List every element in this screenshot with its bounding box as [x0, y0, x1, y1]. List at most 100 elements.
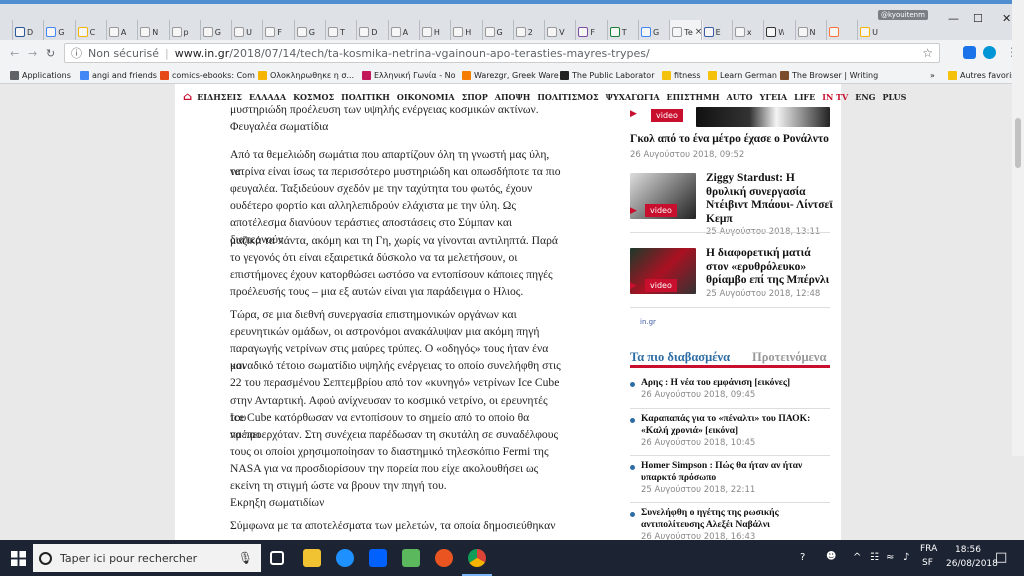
nav-item[interactable]: ΥΓΕΙΑ — [760, 92, 787, 103]
minimize-button[interactable]: — — [948, 12, 959, 25]
bookmark-favicon-icon — [662, 70, 671, 80]
network-icon[interactable]: ☷ — [870, 552, 879, 563]
bookmark-item[interactable]: angi and friends — [80, 69, 157, 81]
list-item-title[interactable]: Homer Simpson : Πώς θα ήταν αν ήταν — [641, 460, 802, 472]
language-indicator[interactable]: FRA — [920, 544, 937, 554]
scrollbar[interactable] — [1012, 0, 1024, 456]
list-item-title[interactable]: Καραπαπάς για το «πέναλτι» του ΠΑΟΚ: — [641, 413, 810, 425]
list-item-title[interactable]: υπαρκτό πρόσωπο — [641, 472, 716, 484]
bookmarks-more-button[interactable]: » — [930, 69, 935, 81]
tab-label: D — [371, 27, 378, 37]
nav-item[interactable]: PLUS — [882, 92, 906, 103]
tab-recommended[interactable]: Προτεινόμενα — [752, 350, 826, 365]
bullet-icon — [630, 418, 635, 423]
bookmark-item[interactable]: Applications — [10, 69, 71, 81]
bookmark-label: angi and friends — [92, 70, 157, 80]
tab-favicon-icon — [797, 27, 808, 37]
home-icon[interactable]: ⌂ — [183, 90, 192, 103]
video-title[interactable]: Ziggy Stardust: Η — [706, 172, 795, 185]
back-icon[interactable]: ← — [10, 47, 19, 60]
list-item-title[interactable]: Συνελήφθη ο ηγέτης της ρωσικής — [641, 507, 779, 519]
article-line: εκείνη τη στιγμή ώστε να βρουν την πηγή … — [230, 479, 447, 492]
tab-favicon-icon — [359, 27, 370, 37]
list-item-title[interactable]: «Καλή χρονιά» [εικόνα] — [641, 425, 738, 437]
tab-label: H — [433, 27, 440, 37]
dropbox-icon[interactable] — [369, 549, 387, 567]
bookmark-favicon-icon — [560, 70, 569, 80]
bookmark-item[interactable]: The Public Laborator — [560, 69, 654, 81]
address-bar[interactable]: ⓘ Non sécurisé | www.in.gr /2018/07/14/t… — [64, 43, 940, 63]
video-title[interactable]: Ντέιβιντ Μπάουι- Λίντσεϊ — [706, 199, 833, 212]
folder-icon — [948, 70, 957, 80]
app-icon[interactable] — [402, 549, 420, 567]
profile-name[interactable]: @kyouitenm — [878, 10, 928, 20]
tab-label: Te — [684, 27, 693, 37]
video-title[interactable]: Γκολ από το ένα μέτρο έχασε ο Ρονάλντο — [630, 133, 829, 146]
people-icon[interactable]: ☻ — [826, 551, 836, 562]
microphone-icon[interactable]: 🎙 — [238, 551, 253, 565]
bookmark-item[interactable]: The Browser | Writing — [780, 69, 878, 81]
bookmark-item[interactable]: Learn German — [708, 69, 777, 81]
clock-date[interactable]: 26/08/2018 — [946, 559, 998, 569]
tab-favicon-icon — [390, 27, 401, 37]
maximize-button[interactable]: ☐ — [973, 12, 983, 25]
tab-label: T — [621, 27, 627, 37]
play-icon[interactable]: ▶ — [630, 281, 637, 291]
keyboard-layout[interactable]: SF — [922, 558, 933, 568]
hp-extension-icon[interactable] — [983, 46, 996, 59]
wifi-icon[interactable]: ≈ — [886, 552, 894, 563]
video-title[interactable]: θρίαμβο επί της Μπέρνλι — [706, 274, 829, 287]
ad-label[interactable]: in.gr — [640, 318, 656, 326]
close-window-button[interactable]: ✕ — [1002, 12, 1011, 25]
bookmark-item[interactable]: Ολοκληρωθηκε η σ... — [258, 69, 354, 81]
divider — [630, 502, 830, 503]
play-icon[interactable]: ▶ — [630, 109, 637, 119]
tab-label: V — [559, 27, 565, 37]
bookmark-item[interactable]: fitness — [662, 69, 701, 81]
bookmark-item[interactable]: Ελληνική Γωνία - No — [362, 69, 456, 81]
bookmark-star-icon[interactable]: ☆ — [922, 46, 933, 60]
bookmark-item[interactable]: Warezgr, Greek Ware — [462, 69, 559, 81]
tab-label: T — [340, 27, 345, 37]
info-icon[interactable]: ⓘ — [71, 45, 82, 61]
video-title[interactable]: Η διαφορετική ματιά — [706, 247, 811, 260]
tab-label: U — [246, 27, 252, 37]
list-item-title[interactable]: Αρης : Η νέα του εμφάνιση [εικόνες] — [641, 377, 790, 389]
nav-item[interactable]: IN TV — [822, 92, 848, 103]
nav-item[interactable]: ΨΥΧΑΓΩΓΙΑ — [606, 92, 660, 103]
video-title[interactable]: Κεμπ — [706, 213, 733, 226]
list-item-title[interactable]: αντιπολίτευσης Αλεξέι Ναβάλνι — [641, 519, 770, 531]
nav-item[interactable]: AUTO — [727, 92, 753, 103]
nav-item[interactable]: ΕΠΙΣΤΗΜΗ — [667, 92, 720, 103]
tab-label: E — [715, 27, 721, 37]
volume-icon[interactable]: ♪ — [903, 552, 909, 563]
tab-label: U — [872, 27, 878, 37]
forward-icon[interactable]: → — [28, 47, 37, 60]
taskbar-search[interactable]: Taper ici pour rechercher 🎙 — [33, 544, 261, 572]
reload-icon[interactable]: ↻ — [46, 47, 55, 60]
edge-icon[interactable] — [336, 549, 354, 567]
nav-item[interactable]: ENG — [855, 92, 875, 103]
tab-favicon-icon — [421, 27, 432, 37]
article-line: τους οι οποίοι χρησιμοποίησαν το διαστημ… — [230, 444, 549, 458]
app-icon-orange[interactable] — [435, 549, 453, 567]
windows-start-icon[interactable] — [11, 551, 26, 566]
video-title[interactable]: στον «ερυθρόλευκο» — [706, 261, 806, 274]
video-title[interactable]: θρυλική συνεργασία — [706, 186, 806, 199]
scrollbar-thumb[interactable] — [1015, 118, 1021, 168]
play-icon[interactable]: ▶ — [630, 206, 637, 216]
clock-time[interactable]: 18:56 — [955, 545, 981, 555]
help-icon[interactable]: ? — [800, 552, 805, 563]
chrome-taskbar-icon[interactable] — [468, 549, 486, 567]
extension-icon[interactable] — [963, 46, 976, 59]
bookmark-favicon-icon — [80, 70, 89, 80]
nav-item[interactable]: LIFE — [794, 92, 815, 103]
tab-most-read[interactable]: Τα πιο διαβασμένα — [630, 350, 730, 365]
video-thumbnail[interactable] — [696, 107, 830, 127]
notifications-icon[interactable]: □ — [995, 550, 1007, 565]
file-explorer-icon[interactable] — [303, 549, 321, 567]
other-bookmarks[interactable]: Autres favoris — [948, 69, 1015, 81]
task-view-icon[interactable] — [270, 551, 284, 565]
bookmark-item[interactable]: comics-ebooks: Com — [160, 69, 255, 81]
tray-chevron-icon[interactable]: ^ — [853, 552, 861, 563]
